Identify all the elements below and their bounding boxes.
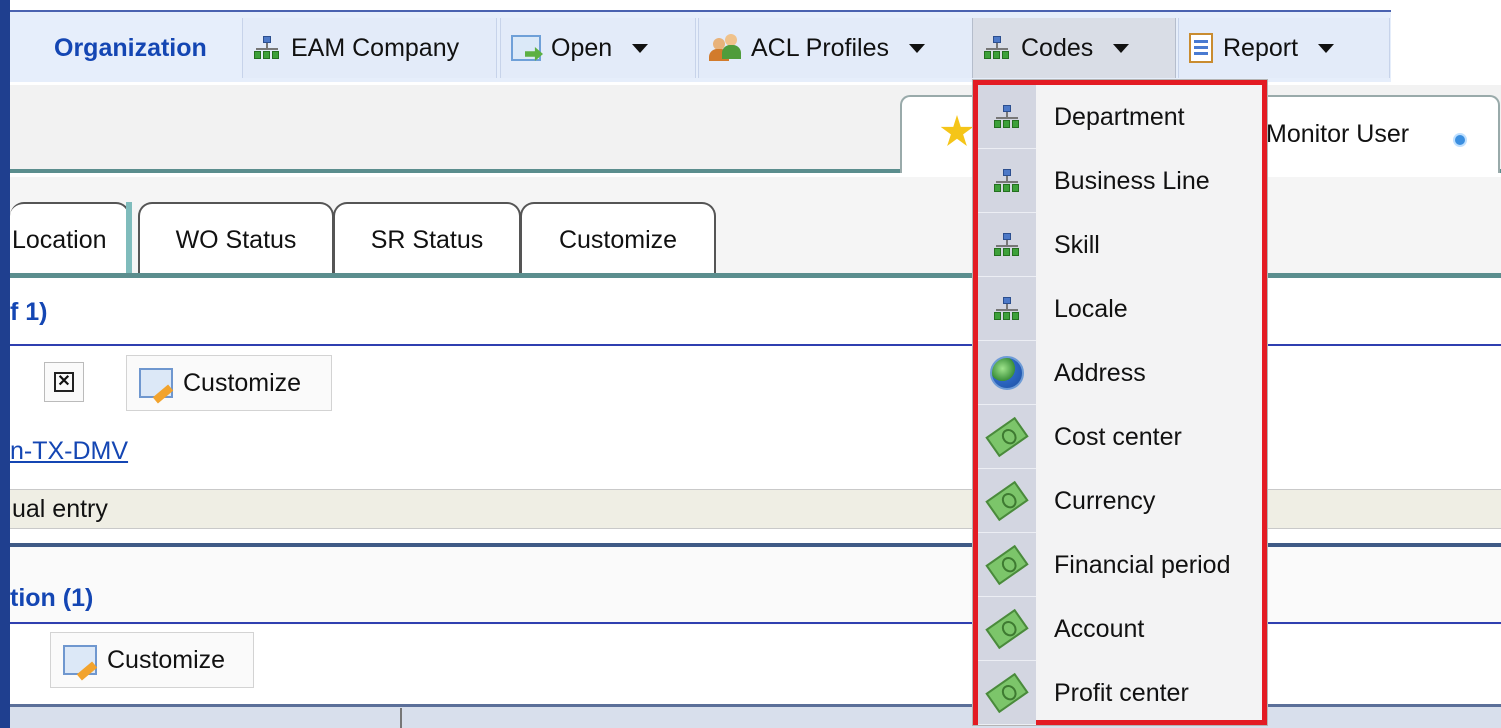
status-dot-icon xyxy=(1455,135,1465,145)
tab-location-edge xyxy=(126,202,132,278)
org-tree-icon xyxy=(993,104,1021,129)
customize-icon xyxy=(63,645,98,681)
report-menu-button[interactable]: Report xyxy=(1178,18,1390,78)
top-toolbar: Organization EAM Company Open ACL Profil… xyxy=(10,10,1391,82)
entry-row: ual entry xyxy=(10,489,1501,529)
acl-profiles-menu-button[interactable]: ACL Profiles xyxy=(698,18,974,78)
menu-item-label: Financial period xyxy=(1054,550,1231,579)
customize-icon xyxy=(139,368,174,404)
menu-item-label: Department xyxy=(1054,102,1185,131)
eam-company-button[interactable]: EAM Company xyxy=(242,18,497,78)
codes-label: Codes xyxy=(1021,33,1094,62)
menu-item-account[interactable]: Account xyxy=(978,597,1262,661)
customize-label-2: Customize xyxy=(107,645,226,674)
eam-company-label: EAM Company xyxy=(291,33,460,62)
customize-button[interactable]: Customize xyxy=(126,355,332,411)
menu-item-label: Business Line xyxy=(1054,166,1210,195)
org-tree-icon xyxy=(993,168,1021,193)
menu-item-address[interactable]: Address xyxy=(978,341,1262,405)
users-icon xyxy=(709,34,741,62)
tab-underline xyxy=(10,273,1501,278)
money-icon xyxy=(985,672,1029,713)
section-divider xyxy=(10,344,1501,346)
codes-dropdown-menu: Department Business Line Skill Locale Ad… xyxy=(973,80,1267,725)
menu-item-currency[interactable]: Currency xyxy=(978,469,1262,533)
menu-item-department[interactable]: Department xyxy=(978,85,1262,149)
section2-divider xyxy=(10,622,1501,624)
menu-item-cost-center[interactable]: Cost center xyxy=(978,405,1262,469)
open-icon xyxy=(511,35,543,61)
tab-location[interactable]: Location xyxy=(10,202,130,276)
org-tree-icon xyxy=(993,296,1021,321)
record-link[interactable]: n-TX-DMV xyxy=(10,437,128,466)
menu-item-label: Skill xyxy=(1054,230,1100,259)
page: Organization EAM Company Open ACL Profil… xyxy=(0,0,1501,728)
chevron-down-icon xyxy=(1113,43,1130,53)
section2-background xyxy=(10,547,1501,625)
report-label: Report xyxy=(1223,33,1299,62)
org-tree-icon xyxy=(993,232,1021,257)
tab-sr-status[interactable]: SR Status xyxy=(333,202,521,276)
menu-item-business-line[interactable]: Business Line xyxy=(978,149,1262,213)
customize-label: Customize xyxy=(183,368,302,397)
customize-button-2[interactable]: Customize xyxy=(50,632,254,688)
delete-button[interactable]: ✕ xyxy=(44,362,84,402)
chevron-down-icon xyxy=(1318,43,1335,53)
tab-customize[interactable]: Customize xyxy=(520,202,716,276)
chevron-down-icon xyxy=(909,43,926,53)
report-icon xyxy=(1189,33,1213,63)
window-frame xyxy=(0,0,10,728)
open-label: Open xyxy=(551,33,613,62)
table-header xyxy=(10,704,1501,728)
column-divider[interactable] xyxy=(400,708,402,728)
menu-item-label: Address xyxy=(1054,358,1146,387)
menu-item-label: Profit center xyxy=(1054,678,1189,707)
menu-item-financial-period[interactable]: Financial period xyxy=(978,533,1262,597)
money-icon xyxy=(985,416,1029,457)
menu-item-label: Locale xyxy=(1054,294,1128,323)
codes-menu-button[interactable]: Codes xyxy=(972,18,1176,78)
globe-icon xyxy=(990,355,1024,390)
money-icon xyxy=(985,480,1029,521)
menu-item-profit-center[interactable]: Profit center xyxy=(978,661,1262,725)
menu-item-label: Currency xyxy=(1054,486,1156,515)
menu-item-label: Cost center xyxy=(1054,422,1182,451)
acl-profiles-label: ACL Profiles xyxy=(751,33,890,62)
section-title: f 1) xyxy=(10,298,48,326)
chevron-down-icon xyxy=(632,43,649,53)
organization-label: Organization xyxy=(54,34,207,62)
menu-item-locale[interactable]: Locale xyxy=(978,277,1262,341)
money-icon xyxy=(985,608,1029,649)
org-tree-icon xyxy=(983,36,1011,60)
menu-item-label: Account xyxy=(1054,614,1145,643)
menu-item-skill[interactable]: Skill xyxy=(978,213,1262,277)
org-tree-icon xyxy=(253,36,281,60)
money-icon xyxy=(985,544,1029,585)
open-menu-button[interactable]: Open xyxy=(500,18,696,78)
close-icon: ✕ xyxy=(54,372,74,392)
monitor-user-label[interactable]: Monitor User xyxy=(1266,120,1409,149)
section2-title: tion (1) xyxy=(10,584,94,612)
tab-wo-status[interactable]: WO Status xyxy=(138,202,334,276)
